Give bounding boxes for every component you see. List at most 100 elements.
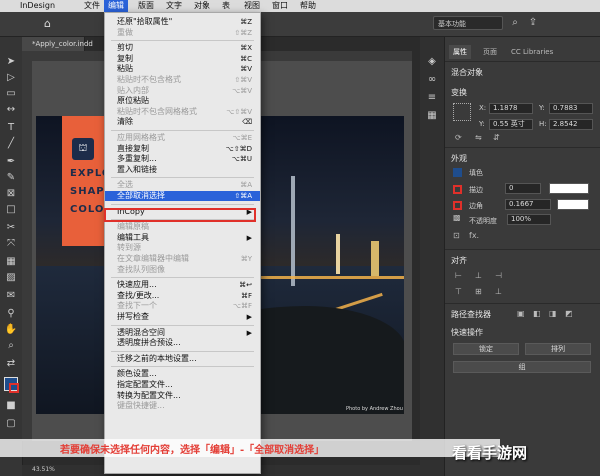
align-middle-icon[interactable]: ⊞ (475, 287, 482, 296)
screen-mode-icon[interactable]: ▢ (4, 417, 18, 431)
zoom-level[interactable]: 43.51% (32, 466, 55, 473)
links-icon[interactable]: ∞ (425, 73, 439, 87)
pathfinder-intersect-icon[interactable]: ◨ (549, 309, 557, 318)
rotate-icon[interactable]: ⟳ (455, 133, 462, 142)
corner-size-field[interactable]: 0.1667 (505, 199, 551, 210)
stroke-color-swatch[interactable] (453, 185, 462, 194)
menubar-app[interactable]: InDesign (16, 0, 59, 12)
fill-color-swatch[interactable] (453, 168, 462, 177)
menu-help[interactable]: 帮助 (296, 0, 320, 12)
stroke-type-select[interactable] (549, 183, 589, 194)
home-icon[interactable]: ⌂ (44, 17, 58, 30)
tab-pages[interactable]: 页面 (479, 45, 501, 59)
direct-selection-tool-icon[interactable]: ▷ (4, 71, 18, 85)
menu-item[interactable]: 清除 ⌫ (105, 117, 260, 127)
menu-type[interactable]: 文字 (162, 0, 186, 12)
line-tool-icon[interactable]: ╱ (4, 137, 18, 151)
eyedropper-tool-icon[interactable]: ⚲ (4, 307, 18, 321)
zoom-tool-icon[interactable]: ⌕ (4, 339, 18, 353)
swap-colors-icon[interactable]: ⇄ (4, 357, 18, 371)
layers-icon[interactable]: ◈ (425, 55, 439, 69)
page-tool-icon[interactable]: ▭ (4, 87, 18, 101)
menu-item[interactable]: 直接复制 ⌥⇧⌘D (105, 144, 260, 154)
menu-item[interactable]: 指定配置文件... (105, 380, 260, 390)
menu-item[interactable]: 还原"拾取属性" ⌘Z (105, 17, 260, 27)
tab-cc-libraries[interactable]: CC Libraries (507, 45, 557, 59)
pathfinder-add-icon[interactable]: ▣ (517, 309, 525, 318)
corner-swatch[interactable] (453, 201, 462, 210)
search-icon[interactable]: ⌕ (508, 16, 522, 30)
menu-file[interactable]: 文件 (80, 0, 104, 12)
menu-item[interactable]: 透明混合空间 ▶ (105, 328, 260, 338)
pen-tool-icon[interactable]: ✒ (4, 155, 18, 169)
x-field[interactable]: 1.1878 (489, 103, 533, 114)
align-top-icon[interactable]: ⊤ (455, 287, 462, 296)
gap-tool-icon[interactable]: ↔ (4, 103, 18, 117)
align-right-icon[interactable]: ⊣ (495, 271, 502, 280)
stroke-swatch[interactable] (9, 383, 19, 393)
tab-properties[interactable]: 属性 (449, 45, 471, 59)
free-transform-tool-icon[interactable]: ⤧ (4, 237, 18, 251)
w-field[interactable]: 0.55 英寸 (489, 119, 533, 130)
align-center-icon[interactable]: ⊥ (475, 271, 482, 280)
stroke-panel-icon[interactable]: ≡ (425, 91, 439, 105)
reference-point-icon[interactable] (453, 103, 471, 121)
pencil-tool-icon[interactable]: ✎ (4, 171, 18, 185)
h-field[interactable]: 2.8542 (549, 119, 593, 130)
effects-icon[interactable]: ⊡ (453, 231, 460, 240)
menu-window[interactable]: 窗口 (268, 0, 292, 12)
workspace-switcher[interactable]: 基本功能 (433, 16, 503, 30)
align-bottom-icon[interactable]: ⊥ (495, 287, 502, 296)
pathfinder-exclude-icon[interactable]: ◩ (565, 309, 573, 318)
orange-text-frame[interactable]: EXPLO SHAP COLO (62, 116, 110, 246)
menu-item[interactable]: 查找/更改... ⌘F (105, 291, 260, 301)
menu-item[interactable]: 快速应用... ⌘↩ (105, 280, 260, 290)
y-field[interactable]: 0.7883 (549, 103, 593, 114)
share-icon[interactable]: ⇪ (526, 16, 540, 30)
menu-item[interactable]: 编辑工具 ▶ (105, 233, 260, 243)
menu-item[interactable]: 全部取消选择 ⇧⌘A (105, 191, 260, 201)
menu-item[interactable]: 颜色设置... (105, 369, 260, 379)
apply-color-icon[interactable]: ■ (4, 399, 18, 413)
menu-table[interactable]: 表 (218, 0, 234, 12)
swatches-icon[interactable]: ▦ (425, 109, 439, 123)
flip-vertical-icon[interactable]: ⇵ (493, 133, 500, 142)
menu-item[interactable]: 原位粘贴 (105, 96, 260, 106)
scissors-tool-icon[interactable]: ✂ (4, 221, 18, 235)
menu-view[interactable]: 视图 (240, 0, 264, 12)
menu-item[interactable]: 转换为配置文件... (105, 391, 260, 401)
menu-item[interactable]: 复制 ⌘C (105, 54, 260, 64)
menu-item[interactable]: 置入和链接 (105, 165, 260, 175)
opacity-field[interactable]: 100% (507, 214, 551, 225)
rectangle-frame-tool-icon[interactable]: ⊠ (4, 187, 18, 201)
menu-item[interactable]: 透明度拼合预设... (105, 338, 260, 348)
document-tab-label: *Apply_color.indd (32, 40, 93, 48)
group-button[interactable]: 组 (453, 361, 591, 373)
pathfinder-subtract-icon[interactable]: ◧ (533, 309, 541, 318)
menu-layout[interactable]: 版面 (134, 0, 158, 12)
menu-edit[interactable]: 编辑 (104, 0, 128, 12)
menu-item[interactable]: 剪切 ⌘X (105, 43, 260, 53)
corner-shape-select[interactable] (557, 199, 589, 210)
lock-button[interactable]: 锁定 (453, 343, 519, 355)
arrange-button[interactable]: 排列 (525, 343, 591, 355)
selection-tool-icon[interactable]: ➤ (4, 55, 18, 69)
menu-object[interactable]: 对象 (190, 0, 214, 12)
stroke-weight-field[interactable]: 0 (505, 183, 541, 194)
fx-icon[interactable]: fx. (469, 231, 479, 240)
menu-item[interactable]: 多重复制... ⌥⌘U (105, 154, 260, 164)
menu-item[interactable]: 粘贴 ⌘V (105, 64, 260, 74)
note-tool-icon[interactable]: ✉ (4, 289, 18, 303)
type-tool-icon[interactable]: T (4, 121, 18, 135)
site-watermark: 看看手游网 (452, 444, 528, 462)
gradient-tool-icon[interactable]: ▦ (4, 255, 18, 269)
apple-icon[interactable] (2, 0, 10, 12)
align-left-icon[interactable]: ⊢ (455, 271, 462, 280)
rectangle-tool-icon[interactable]: □ (4, 203, 18, 217)
menu-item[interactable]: 拼写检查 ▶ (105, 312, 260, 322)
hand-tool-icon[interactable]: ✋ (4, 323, 18, 337)
gradient-feather-tool-icon[interactable]: ▨ (4, 271, 18, 285)
flip-horizontal-icon[interactable]: ⇋ (475, 133, 482, 142)
document-tab[interactable]: *Apply_color.indd (22, 37, 93, 51)
menu-item[interactable]: 迁移之前的本地设置... (105, 354, 260, 364)
